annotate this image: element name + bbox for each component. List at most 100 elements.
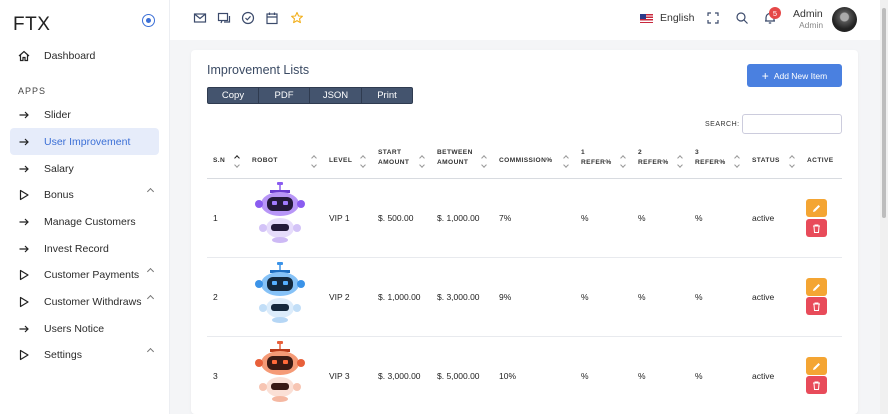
delete-button[interactable]: [806, 297, 827, 315]
trash-icon: [813, 381, 820, 390]
sidebar-item-dashboard[interactable]: Dashboard: [10, 42, 159, 69]
scrollbar-thumb[interactable]: [882, 8, 886, 218]
sidebar-item-slider[interactable]: Slider: [10, 101, 159, 128]
edit-button[interactable]: [806, 199, 827, 217]
cell-refer-1: %: [581, 213, 589, 223]
arrow-right-icon: [18, 243, 30, 255]
add-new-item-button[interactable]: + Add New Item: [747, 64, 842, 87]
sort-icon[interactable]: [419, 155, 425, 169]
sort-icon[interactable]: [677, 155, 683, 169]
delete-button[interactable]: [806, 219, 827, 237]
language-selector[interactable]: English: [640, 12, 694, 24]
copy-button[interactable]: Copy: [208, 88, 259, 103]
cell-level: VIP 2: [329, 292, 350, 302]
sidebar-item-invest-record[interactable]: Invest Record: [10, 235, 159, 262]
chevron-up-icon: [146, 347, 155, 356]
avatar[interactable]: [832, 7, 857, 32]
cell-commission: 9%: [499, 292, 512, 302]
play-icon: [18, 349, 30, 361]
sidebar-item-customer-payments[interactable]: Customer Payments: [10, 261, 159, 288]
sidebar-item-label: Customer Withdraws: [44, 295, 142, 308]
column-header-active: ACTIVE: [807, 157, 834, 164]
pdf-button[interactable]: PDF: [259, 88, 310, 103]
calendar-icon[interactable]: [265, 11, 279, 25]
delete-button[interactable]: [806, 376, 827, 394]
column-header-start-amount[interactable]: START AMOUNT: [378, 148, 409, 167]
pencil-icon: [813, 283, 820, 291]
sort-icon[interactable]: [234, 155, 240, 169]
sidebar-item-label: Users Notice: [44, 322, 105, 335]
sidebar-item-salary[interactable]: Salary: [10, 155, 159, 182]
cell-level: VIP 3: [329, 371, 350, 381]
search-label: SEARCH:: [705, 121, 740, 128]
cell-sn: 2: [213, 292, 218, 302]
sidebar-item-label: Manage Customers: [44, 215, 136, 228]
sort-icon[interactable]: [563, 155, 569, 169]
sidebar-item-customer-withdraws[interactable]: Customer Withdraws: [10, 288, 159, 315]
mail-icon[interactable]: [193, 11, 207, 25]
chevron-up-icon: [146, 294, 155, 303]
robot-image: [255, 341, 305, 402]
column-header-refer-1[interactable]: 1 REFER%: [581, 148, 612, 167]
column-header-refer-2[interactable]: 2 REFER%: [638, 148, 669, 167]
print-button[interactable]: Print: [362, 88, 412, 103]
star-icon[interactable]: [290, 11, 304, 25]
cell-refer-3: %: [695, 292, 703, 302]
sidebar-item-label: Salary: [44, 162, 74, 175]
sort-icon[interactable]: [734, 155, 740, 169]
brand-logo: FTX: [13, 14, 51, 35]
pencil-icon: [813, 204, 820, 212]
arrow-right-icon: [18, 163, 30, 175]
cell-between-amount: $. 5,000.00: [437, 371, 480, 381]
chevron-up-icon: [146, 187, 155, 196]
notification-badge: 5: [769, 7, 781, 19]
sidebar-item-user-improvement[interactable]: User Improvement: [10, 128, 159, 155]
sidebar-item-label: Dashboard: [44, 49, 96, 62]
cell-refer-1: %: [581, 371, 589, 381]
cell-status: active: [752, 292, 775, 302]
json-button[interactable]: JSON: [310, 88, 362, 103]
cell-sn: 3: [213, 371, 218, 381]
search-input[interactable]: [742, 114, 842, 134]
cell-refer-1: %: [581, 292, 589, 302]
chat-icon[interactable]: [217, 11, 231, 25]
sort-icon[interactable]: [311, 155, 317, 169]
cell-start-amount: $. 1,000.00: [378, 292, 421, 302]
sidebar-item-label: Slider: [44, 108, 71, 121]
edit-button[interactable]: [806, 278, 827, 296]
check-circle-icon[interactable]: [241, 11, 255, 25]
cell-commission: 7%: [499, 213, 512, 223]
sidebar-item-label: Bonus: [44, 188, 74, 201]
table-header-divider: [207, 178, 842, 179]
sort-icon[interactable]: [481, 155, 487, 169]
sidebar-item-settings[interactable]: Settings: [10, 341, 159, 368]
column-header-refer-3[interactable]: 3 REFER%: [695, 148, 726, 167]
search-icon[interactable]: [735, 11, 749, 25]
sort-icon[interactable]: [360, 155, 366, 169]
cell-between-amount: $. 3,000.00: [437, 292, 480, 302]
column-header-robot[interactable]: ROBOT: [252, 156, 278, 166]
plus-icon: +: [761, 68, 769, 83]
edit-button[interactable]: [806, 357, 827, 375]
cell-refer-2: %: [638, 292, 646, 302]
cell-commission: 10%: [499, 371, 517, 381]
column-header-level[interactable]: LEVEL: [329, 156, 352, 166]
sort-icon[interactable]: [620, 155, 626, 169]
pencil-icon: [813, 362, 820, 370]
column-header-status[interactable]: STATUS: [752, 156, 780, 166]
page-scrollbar[interactable]: [880, 0, 888, 414]
column-header-commission[interactable]: COMMISSION%: [499, 156, 553, 166]
sidebar-item-label: Customer Payments: [44, 268, 140, 281]
fullscreen-icon[interactable]: [706, 11, 720, 25]
sidebar-item-bonus[interactable]: Bonus: [10, 181, 159, 208]
column-header-between-amount[interactable]: BETWEEN AMOUNT: [437, 148, 473, 167]
sidebar-item-users-notice[interactable]: Users Notice: [10, 315, 159, 342]
sidebar: FTX Dashboard APPS Slider User Improveme…: [0, 0, 170, 414]
us-flag-icon: [640, 13, 653, 23]
row-divider: [207, 336, 842, 337]
sidebar-item-manage-customers[interactable]: Manage Customers: [10, 208, 159, 235]
sort-icon[interactable]: [789, 155, 795, 169]
column-header-sn[interactable]: S.N: [213, 156, 225, 166]
cell-between-amount: $. 1,000.00: [437, 213, 480, 223]
sidebar-toggle-icon[interactable]: [142, 14, 155, 27]
